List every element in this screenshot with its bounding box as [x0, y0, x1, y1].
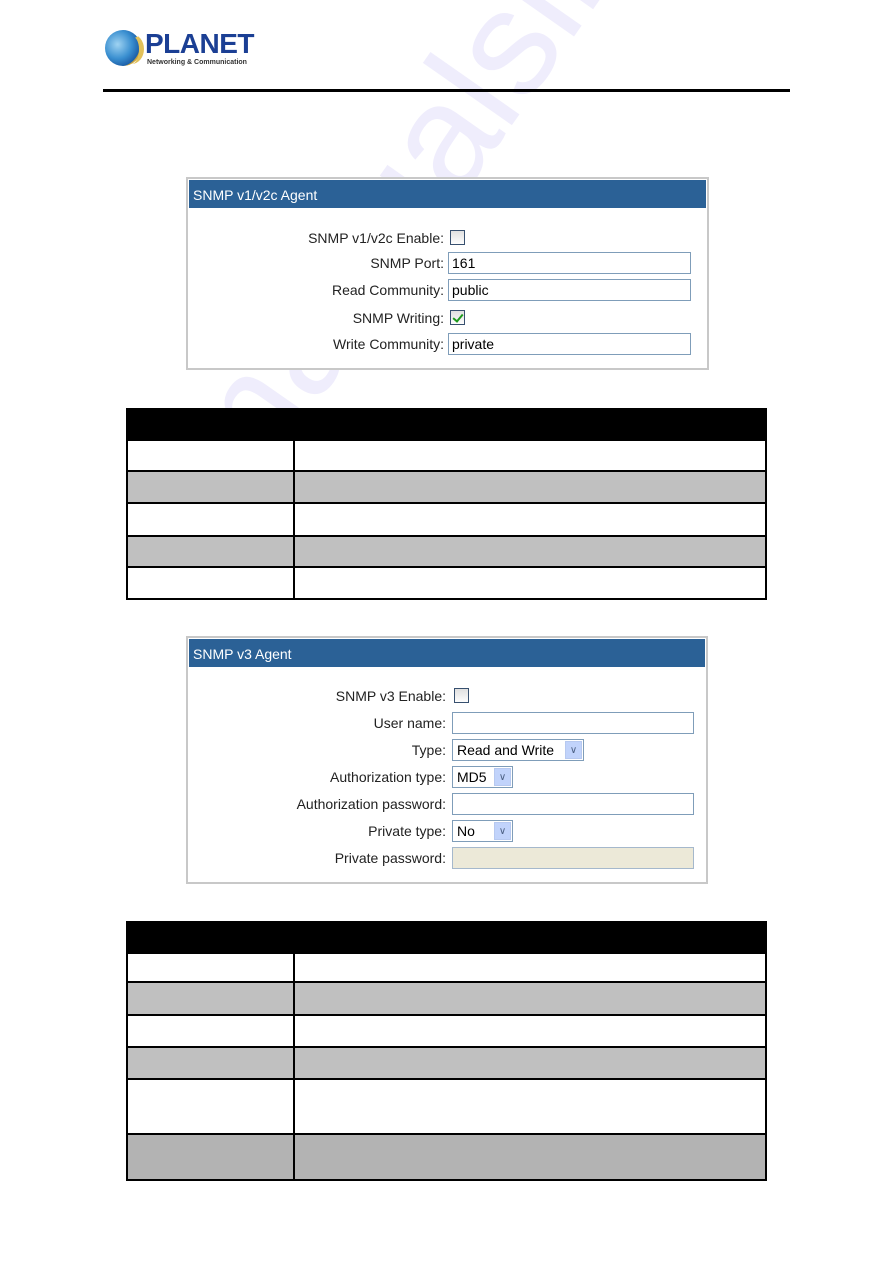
- planet-logo: PLANET Networking & Communication: [105, 28, 255, 72]
- table-cell: [293, 470, 767, 504]
- table-cell: [126, 1078, 295, 1135]
- globe-icon: [105, 30, 144, 66]
- table-header-cell: [293, 408, 767, 441]
- type-row: Type: Read and Write ∨: [188, 739, 706, 761]
- table-row: [126, 535, 767, 568]
- read-community-row: Read Community: public: [188, 279, 707, 301]
- table-header-cell: [293, 921, 767, 954]
- table-row: [126, 952, 767, 983]
- table-row: [126, 1078, 767, 1135]
- field-label: Read Community:: [331, 282, 444, 298]
- private-password-row: Private password:: [188, 847, 706, 869]
- table-cell: [293, 981, 767, 1016]
- snmp-v2c-panel: SNMP v1/v2c Agent SNMP v1/v2c Enable: SN…: [186, 177, 709, 370]
- table-row: [126, 470, 767, 504]
- table-cell: [293, 502, 767, 537]
- table-header-row: [126, 408, 767, 441]
- table-row: [126, 439, 767, 472]
- snmp-port-row: SNMP Port: 161: [188, 252, 707, 274]
- write-community-row: Write Community: private: [188, 333, 707, 355]
- selected-value: MD5: [457, 769, 487, 785]
- field-label: Type:: [411, 742, 446, 758]
- table-cell: [126, 566, 295, 600]
- type-select[interactable]: Read and Write ∨: [452, 739, 584, 761]
- table-cell: [126, 1014, 295, 1048]
- selected-value: No: [457, 823, 475, 839]
- field-label: Authorization password:: [296, 796, 446, 812]
- table-row: [126, 1133, 767, 1181]
- write-community-input[interactable]: private: [448, 333, 691, 355]
- table-cell: [126, 981, 295, 1016]
- table-cell: [126, 1046, 295, 1080]
- header-divider: [103, 89, 790, 92]
- brand-name: PLANET: [145, 28, 255, 59]
- chevron-down-icon[interactable]: ∨: [565, 741, 582, 759]
- auth-type-select[interactable]: MD5 ∨: [452, 766, 513, 788]
- table-row: [126, 981, 767, 1016]
- user-name-input[interactable]: [452, 712, 694, 734]
- snmp-writing-checkbox[interactable]: [450, 310, 465, 325]
- snmp-port-input[interactable]: 161: [448, 252, 691, 274]
- v3-description-table: [126, 921, 767, 1181]
- table-cell: [126, 1133, 295, 1181]
- user-name-row: User name:: [188, 712, 706, 734]
- private-password-input[interactable]: [452, 847, 694, 869]
- field-label: Write Community:: [333, 336, 444, 352]
- v2c-enable-checkbox[interactable]: [450, 230, 465, 245]
- table-cell: [293, 566, 767, 600]
- table-header-cell: [126, 408, 295, 441]
- table-row: [126, 1014, 767, 1048]
- v3-enable-checkbox[interactable]: [454, 688, 469, 703]
- table-cell: [293, 439, 767, 472]
- table-cell: [126, 502, 295, 537]
- table-cell: [293, 1078, 767, 1135]
- table-cell: [293, 1014, 767, 1048]
- table-cell: [293, 535, 767, 568]
- private-type-select[interactable]: No ∨: [452, 820, 513, 842]
- field-label: SNMP Writing:: [352, 310, 444, 326]
- field-label: SNMP v1/v2c Enable:: [308, 230, 444, 246]
- auth-type-row: Authorization type: MD5 ∨: [188, 766, 706, 788]
- table-cell: [126, 952, 295, 983]
- field-label: User name:: [373, 715, 446, 731]
- field-label: SNMP Port:: [370, 255, 444, 271]
- read-community-input[interactable]: public: [448, 279, 691, 301]
- chevron-down-icon[interactable]: ∨: [494, 768, 511, 786]
- snmp-writing-row: SNMP Writing:: [188, 307, 707, 329]
- table-cell: [126, 535, 295, 568]
- v2c-description-table: [126, 408, 767, 600]
- table-cell: [293, 1133, 767, 1181]
- field-label: Authorization type:: [330, 769, 446, 785]
- table-cell: [126, 439, 295, 472]
- v3-enable-row: SNMP v3 Enable:: [188, 685, 706, 707]
- auth-password-row: Authorization password:: [188, 793, 706, 815]
- panel-title: SNMP v1/v2c Agent: [188, 179, 707, 209]
- private-type-row: Private type: No ∨: [188, 820, 706, 842]
- field-label: Private type:: [368, 823, 446, 839]
- selected-value: Read and Write: [457, 742, 555, 758]
- table-row: [126, 566, 767, 600]
- field-label: SNMP v3 Enable:: [335, 688, 446, 704]
- snmp-v3-panel: SNMP v3 Agent SNMP v3 Enable: User name:…: [186, 636, 708, 884]
- table-row: [126, 1046, 767, 1080]
- table-cell: [293, 952, 767, 983]
- brand-tagline: Networking & Communication: [147, 59, 247, 66]
- v2c-enable-row: SNMP v1/v2c Enable:: [188, 227, 707, 249]
- table-cell: [293, 1046, 767, 1080]
- table-header-cell: [126, 921, 295, 954]
- field-label: Private password:: [334, 850, 446, 866]
- table-row: [126, 502, 767, 537]
- auth-password-input[interactable]: [452, 793, 694, 815]
- chevron-down-icon[interactable]: ∨: [494, 822, 511, 840]
- panel-title: SNMP v3 Agent: [188, 638, 706, 668]
- table-cell: [126, 470, 295, 504]
- table-header-row: [126, 921, 767, 954]
